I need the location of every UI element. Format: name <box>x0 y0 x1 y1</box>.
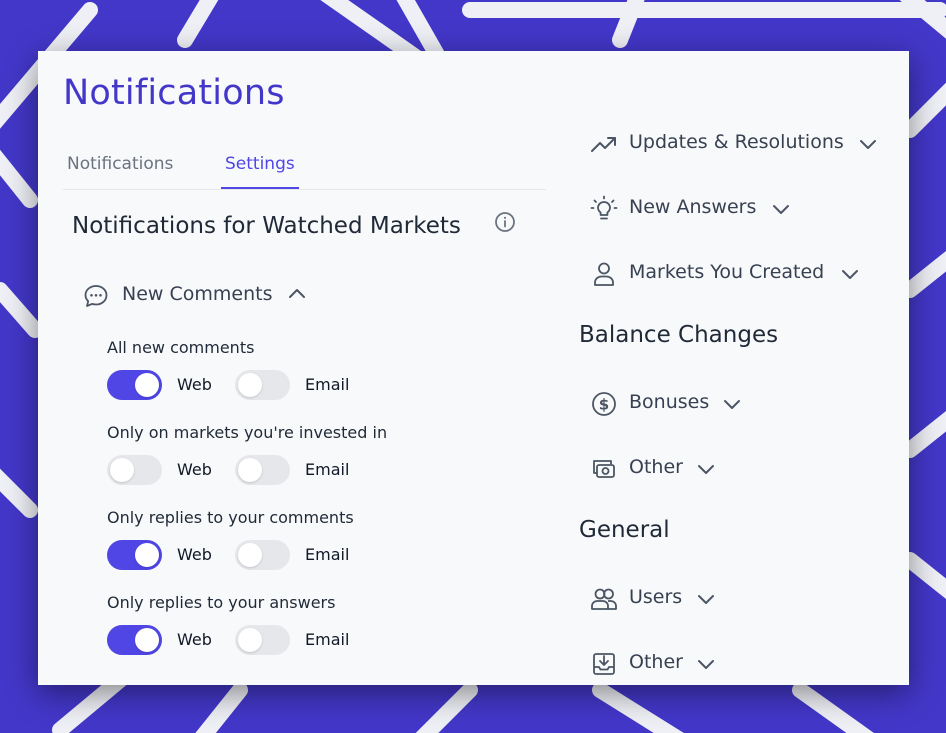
page-title: Notifications <box>63 73 285 113</box>
web-toggle-invested-markets[interactable] <box>107 455 162 485</box>
dollar-circle-icon: $ <box>592 392 616 416</box>
email-label: Email <box>305 375 350 394</box>
email-label: Email <box>305 630 350 649</box>
trending-up-icon <box>591 137 616 152</box>
user-icon <box>594 262 614 286</box>
updates-resolutions-label: Updates & Resolutions <box>629 131 844 153</box>
bonuses-label: Bonuses <box>629 391 710 413</box>
users-icon <box>591 588 617 610</box>
toggle-knob <box>238 458 262 482</box>
new-answers-label: New Answers <box>629 196 757 218</box>
svg-text:$: $ <box>599 396 609 414</box>
cash-icon <box>593 460 615 478</box>
markets-you-created-label: Markets You Created <box>629 261 825 283</box>
general-other-label: Other <box>629 651 683 673</box>
inbox-download-icon <box>593 653 615 675</box>
chevron-down-icon <box>698 595 714 604</box>
lightbulb-icon <box>590 195 618 220</box>
web-label: Web <box>177 630 212 649</box>
general-heading: General <box>579 517 670 543</box>
info-icon[interactable] <box>494 211 516 233</box>
option-label-all-new-comments: All new comments <box>107 338 255 357</box>
toggle-knob <box>238 628 262 652</box>
web-label: Web <box>177 375 212 394</box>
option-label-replies-answers: Only replies to your answers <box>107 593 336 612</box>
balance-other-label: Other <box>629 456 683 478</box>
web-toggle-all-new-comments[interactable] <box>107 370 162 400</box>
email-toggle-invested-markets[interactable] <box>235 455 290 485</box>
new-comments-toggle-label[interactable]: New Comments <box>122 283 272 305</box>
chevron-down-icon <box>773 205 789 214</box>
chevron-down-icon <box>698 660 714 669</box>
users-label: Users <box>629 586 683 608</box>
email-label: Email <box>305 460 350 479</box>
email-toggle-replies-answers[interactable] <box>235 625 290 655</box>
balance-changes-heading: Balance Changes <box>579 322 779 348</box>
option-label-replies-comments: Only replies to your comments <box>107 508 354 527</box>
tab-divider <box>63 189 546 190</box>
email-toggle-all-new-comments[interactable] <box>235 370 290 400</box>
toggle-knob <box>135 373 159 397</box>
chevron-up-icon[interactable] <box>286 283 308 305</box>
toggle-knob <box>110 458 134 482</box>
chevron-down-icon <box>860 140 876 149</box>
chevron-down-icon <box>724 400 740 409</box>
web-toggle-replies-comments[interactable] <box>107 540 162 570</box>
section-title-watched-markets: Notifications for Watched Markets <box>72 213 461 239</box>
toggle-knob <box>135 628 159 652</box>
settings-panel: Notifications Notifications Settings Not… <box>38 51 909 685</box>
web-label: Web <box>177 460 212 479</box>
tab-active-indicator <box>221 187 299 189</box>
tab-settings[interactable]: Settings <box>225 154 295 174</box>
toggle-knob <box>135 543 159 567</box>
email-toggle-replies-comments[interactable] <box>235 540 290 570</box>
chat-bubble-icon <box>84 285 108 307</box>
web-toggle-replies-answers[interactable] <box>107 625 162 655</box>
option-label-invested-markets: Only on markets you're invested in <box>107 423 388 442</box>
toggle-knob <box>238 543 262 567</box>
chevron-down-icon <box>842 270 858 279</box>
chevron-down-icon <box>698 465 714 474</box>
tab-notifications[interactable]: Notifications <box>67 154 173 174</box>
toggle-knob <box>238 373 262 397</box>
web-label: Web <box>177 545 212 564</box>
email-label: Email <box>305 545 350 564</box>
